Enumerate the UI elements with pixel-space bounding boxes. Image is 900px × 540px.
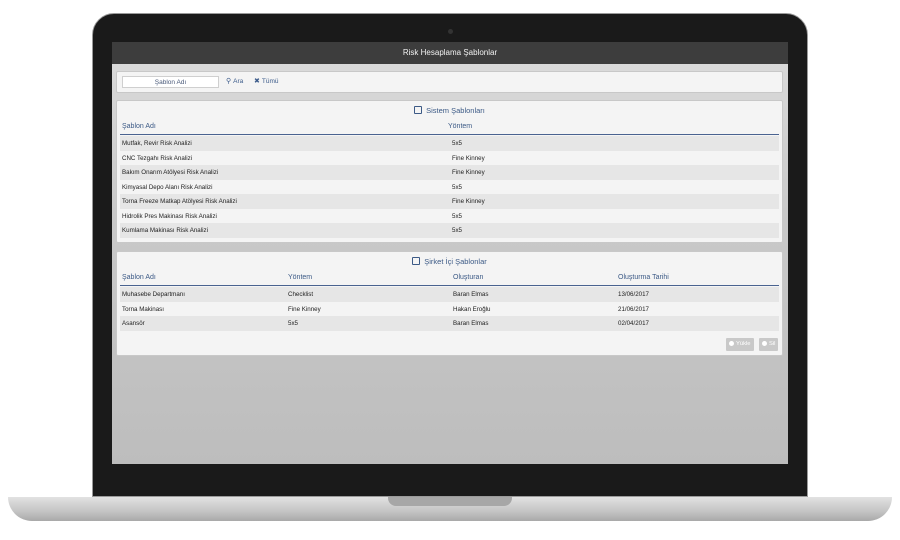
company-templates-heading: Şirket İçi Şablonlar [117, 257, 782, 266]
template-name-search-input[interactable]: Şablon Adı [122, 76, 219, 88]
load-button[interactable]: Yükle [726, 338, 754, 351]
table-cell: Kumlama Makinası Risk Analizi [122, 227, 208, 234]
table-cell: Fine Kinney [452, 169, 485, 176]
table-row[interactable]: Mutfak, Revir Risk Analizi 5x5 [120, 136, 779, 151]
table-row[interactable]: Muhasebe Departmanı Checklist Baran Elmas 1… [120, 287, 779, 302]
search-icon: ⚲ [226, 78, 232, 85]
table-cell: Fine Kinney [452, 198, 485, 205]
table-cell: Muhasebe Departmanı [122, 291, 185, 298]
system-templates-panel: Sistem Şablonları Şablon Adı Yöntem Mutf… [116, 100, 783, 243]
table-cell: Fine Kinney [452, 154, 485, 162]
table-row[interactable]: Hidrolik Pres Makinası Risk Analizi 5x5 [120, 209, 779, 224]
search-panel: Şablon Adı ⚲ Ara ✖ Tümü [116, 71, 783, 93]
show-all-button[interactable]: ✖ Tümü [254, 77, 279, 87]
table-row[interactable]: Kumlama Makinası Risk Analizi 5x5 [120, 223, 779, 238]
column-header-name[interactable]: Şablon Adı [122, 274, 156, 281]
table-cell: Mutfak, Revir Risk Analizi [122, 140, 192, 147]
load-icon [729, 340, 734, 346]
column-header-method[interactable]: Yöntem [288, 274, 312, 281]
table-cell: Baran Elmas [453, 320, 489, 327]
system-templates-header: Şablon Adı Yöntem [120, 122, 779, 135]
column-header-method[interactable]: Yöntem [448, 123, 472, 130]
table-cell: CNC Tezgahı Risk Analizi [122, 154, 193, 162]
delete-button[interactable]: Sil [759, 338, 779, 351]
table-cell: Fine Kinney [288, 305, 321, 313]
table-cell: Torna Freeze Matkap Atölyesi Risk Analiz… [122, 198, 237, 205]
camera [448, 29, 453, 34]
company-templates-title: Şirket İçi Şablonlar [424, 257, 487, 266]
close-icon: ✖ [254, 78, 260, 85]
column-header-name[interactable]: Şablon Adı [122, 123, 156, 130]
table-cell: 13/06/2017 [618, 291, 649, 298]
table-cell: Checklist [288, 291, 314, 298]
column-header-creator[interactable]: Oluşturan [453, 274, 483, 281]
edit-icon [414, 106, 423, 114]
company-templates-header: Şablon Adı Yöntem Oluşturan Oluşturma Ta… [120, 273, 779, 286]
table-row[interactable]: Torna Freeze Matkap Atölyesi Risk Analiz… [120, 194, 779, 209]
table-cell: 5x5 [452, 183, 462, 191]
laptop-notch [388, 497, 512, 506]
screen: Risk Hesaplama Şablonlar Şablon Adı ⚲ Ara… [112, 42, 788, 464]
table-cell: 21/06/2017 [618, 305, 649, 313]
table-cell: Asansör [122, 320, 145, 327]
delete-button-label: Sil [769, 341, 776, 347]
search-button-label: Ara [233, 78, 244, 85]
load-button-label: Yükle [736, 341, 751, 347]
table-row[interactable]: Kimyasal Depo Alanı Risk Analizi 5x5 [120, 180, 779, 195]
company-templates-panel: Şirket İçi Şablonlar Şablon Adı Yöntem O… [116, 251, 783, 356]
system-templates-heading: Sistem Şablonları [117, 106, 782, 115]
table-cell: 02/04/2017 [618, 320, 649, 327]
search-button[interactable]: ⚲ Ara [226, 77, 243, 87]
table-cell: Baran Elmas [453, 291, 489, 298]
show-all-button-label: Tümü [261, 78, 279, 85]
system-templates-title: Sistem Şablonları [426, 106, 485, 115]
table-row[interactable]: Torna Makinası Fine Kinney Hakan Eroğlu 21/… [120, 302, 779, 317]
edit-icon [412, 257, 421, 265]
table-cell: 5x5 [452, 212, 462, 220]
table-cell: Torna Makinası [122, 305, 164, 313]
table-row[interactable]: CNC Tezgahı Risk Analizi Fine Kinney [120, 151, 779, 166]
delete-icon [762, 340, 767, 346]
window-title: Risk Hesaplama Şablonlar [112, 42, 788, 64]
column-header-created-date[interactable]: Oluşturma Tarihi [618, 274, 669, 281]
table-cell: 5x5 [452, 227, 462, 234]
table-cell: 5x5 [452, 140, 462, 147]
table-cell: Hidrolik Pres Makinası Risk Analizi [122, 212, 217, 220]
table-cell: Hakan Eroğlu [453, 305, 491, 313]
table-cell: 5x5 [288, 320, 298, 327]
table-row[interactable]: Asansör 5x5 Baran Elmas 02/04/2017 [120, 316, 779, 331]
table-row[interactable]: Bakım Onarım Atölyesi Risk Analizi Fine K… [120, 165, 779, 180]
table-cell: Kimyasal Depo Alanı Risk Analizi [122, 183, 213, 191]
table-cell: Bakım Onarım Atölyesi Risk Analizi [122, 169, 219, 176]
laptop-chin [112, 464, 788, 486]
